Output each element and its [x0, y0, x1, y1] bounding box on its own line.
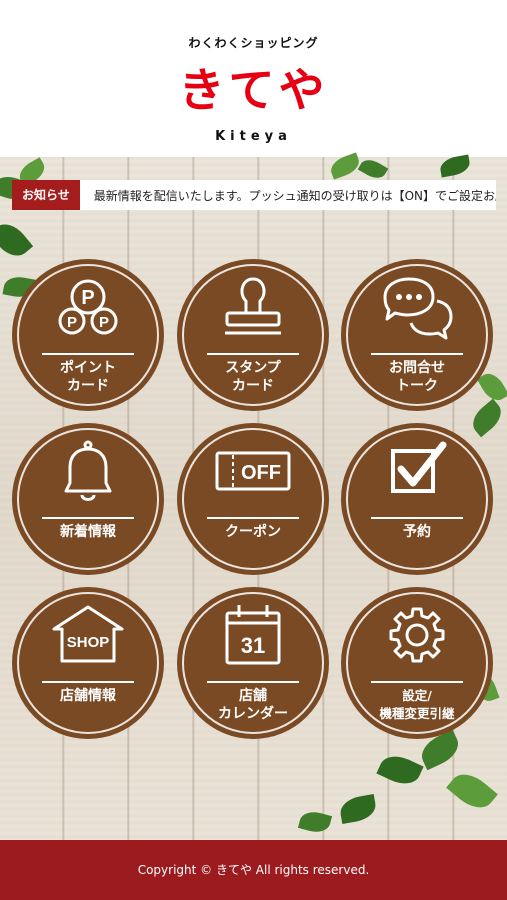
menu-label: 予約: [403, 524, 431, 540]
chat-bubbles-icon: [383, 277, 453, 340]
menu-shop-info[interactable]: SHOP 店舗情報: [12, 587, 164, 739]
menu-label: 新着情報: [60, 524, 116, 540]
menu-label: お問合せ トーク: [389, 360, 445, 394]
tile-divider: [42, 517, 134, 519]
tile-divider: [207, 353, 299, 355]
menu-label: 店舗情報: [60, 688, 116, 704]
svg-text:P: P: [81, 287, 94, 309]
menu-point-card[interactable]: P P P ポイント カード: [12, 259, 164, 411]
shop-icon: SHOP: [52, 605, 124, 663]
menu-coupon[interactable]: OFF クーポン: [177, 423, 329, 575]
checkbox-icon: [391, 441, 447, 493]
svg-text:P: P: [67, 314, 77, 331]
gear-icon: [389, 607, 445, 663]
bell-icon: [64, 440, 112, 501]
stamp-icon: [225, 277, 281, 335]
tile-divider: [371, 517, 463, 519]
menu-label: スタンプ カード: [225, 360, 281, 394]
tile-divider: [207, 681, 299, 683]
menu-label: 設定/ 機種変更引継: [379, 688, 455, 721]
menu-grid: P P P ポイント カード スタンプ カード お問合せ トーク 新着情報 OF…: [0, 0, 507, 900]
tile-divider: [371, 681, 463, 683]
menu-shop-calendar[interactable]: 31 店舗 カレンダー: [177, 587, 329, 739]
tile-divider: [207, 517, 299, 519]
copyright-text: Copyright © きてや All rights reserved.: [137, 863, 370, 877]
tile-divider: [371, 353, 463, 355]
coupon-icon: OFF: [215, 451, 291, 491]
footer: Copyright © きてや All rights reserved.: [0, 840, 507, 900]
tile-divider: [42, 353, 134, 355]
menu-settings[interactable]: 設定/ 機種変更引継: [341, 587, 493, 739]
calendar-icon: 31: [225, 605, 281, 665]
menu-label: クーポン: [225, 524, 281, 540]
point-card-icon: P P P: [58, 279, 118, 335]
shop-sign-text: SHOP: [67, 634, 110, 651]
menu-stamp-card[interactable]: スタンプ カード: [177, 259, 329, 411]
calendar-day-text: 31: [241, 633, 265, 658]
menu-reservation[interactable]: 予約: [341, 423, 493, 575]
menu-label: 店舗 カレンダー: [218, 688, 288, 722]
svg-text:P: P: [99, 314, 109, 331]
coupon-off-text: OFF: [241, 462, 281, 484]
menu-label: ポイント カード: [60, 360, 116, 394]
tile-divider: [42, 681, 134, 683]
menu-news[interactable]: 新着情報: [12, 423, 164, 575]
menu-inquiry-talk[interactable]: お問合せ トーク: [341, 259, 493, 411]
